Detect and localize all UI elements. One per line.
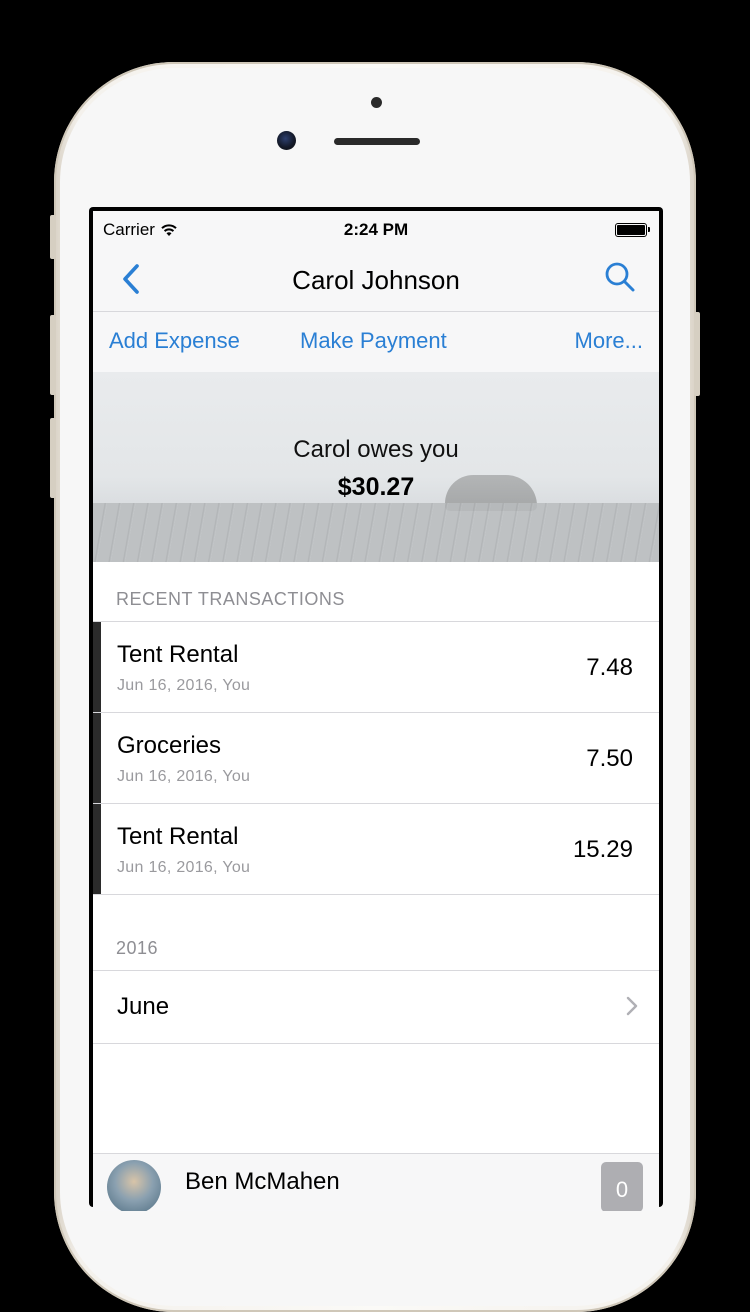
clock: 2:24 PM bbox=[343, 220, 409, 239]
status-bar: Carrier 2:24 PM bbox=[93, 211, 659, 247]
earpiece-speaker bbox=[334, 138, 420, 145]
avatar bbox=[107, 1160, 161, 1211]
transaction-row[interactable]: Tent Rental Jun 16, 2016, You 15.29 bbox=[93, 804, 659, 895]
phone-screen: Carrier 2:24 PM Carol Johnson Add Expens… bbox=[89, 207, 663, 1211]
power-button bbox=[694, 312, 700, 396]
transaction-amount: 15.29 bbox=[572, 836, 633, 863]
app-display: Carrier 2:24 PM Carol Johnson Add Expens… bbox=[93, 211, 659, 1211]
transaction-subtitle: Jun 16, 2016, You bbox=[117, 677, 251, 694]
transaction-amount: 7.48 bbox=[586, 654, 633, 681]
transaction-amount: 7.50 bbox=[586, 745, 633, 772]
month-label: June bbox=[117, 993, 170, 1020]
divider bbox=[93, 894, 659, 895]
contact-name: Ben McMahen bbox=[185, 1168, 340, 1195]
more-button[interactable]: More... bbox=[575, 328, 643, 354]
chevron-right-icon bbox=[626, 996, 638, 1016]
balance-amount: $30.27 bbox=[337, 473, 415, 501]
year-header: 2016 bbox=[116, 938, 159, 958]
divider bbox=[93, 1043, 659, 1044]
transaction-row[interactable]: Tent Rental Jun 16, 2016, You 7.48 bbox=[93, 622, 659, 713]
volume-up-button bbox=[50, 315, 56, 395]
row-indicator bbox=[93, 804, 101, 895]
add-expense-button[interactable]: Add Expense bbox=[109, 328, 240, 354]
row-indicator bbox=[93, 622, 101, 713]
front-camera bbox=[277, 131, 296, 150]
make-payment-button[interactable]: Make Payment bbox=[300, 328, 447, 354]
volume-down-button bbox=[50, 418, 56, 498]
month-row[interactable]: June bbox=[93, 971, 659, 1043]
banner-deck-image bbox=[93, 503, 659, 562]
count-badge: 0 bbox=[601, 1162, 643, 1211]
transaction-row[interactable]: Groceries Jun 16, 2016, You 7.50 bbox=[93, 713, 659, 804]
mute-switch bbox=[50, 215, 56, 259]
proximity-sensor bbox=[371, 97, 382, 108]
row-indicator bbox=[93, 713, 101, 804]
recent-transactions-header: RECENT TRANSACTIONS bbox=[116, 589, 345, 609]
action-toolbar: Add Expense Make Payment More... bbox=[93, 312, 659, 373]
transaction-title: Tent Rental bbox=[117, 823, 239, 850]
balance-banner: Carol owes you $30.27 bbox=[93, 372, 659, 562]
transaction-subtitle: Jun 16, 2016, You bbox=[117, 768, 251, 785]
page-title: Carol Johnson bbox=[292, 265, 460, 295]
navigation-bar: Carol Johnson bbox=[93, 247, 659, 312]
bottom-contact-bar[interactable]: Ben McMahen 0 bbox=[93, 1153, 659, 1211]
transaction-title: Groceries bbox=[117, 732, 222, 759]
transaction-subtitle: Jun 16, 2016, You bbox=[117, 859, 251, 876]
balance-message: Carol owes you bbox=[293, 436, 459, 463]
transaction-title: Tent Rental bbox=[117, 641, 239, 668]
battery-icon bbox=[615, 223, 650, 237]
search-icon[interactable] bbox=[603, 260, 637, 294]
